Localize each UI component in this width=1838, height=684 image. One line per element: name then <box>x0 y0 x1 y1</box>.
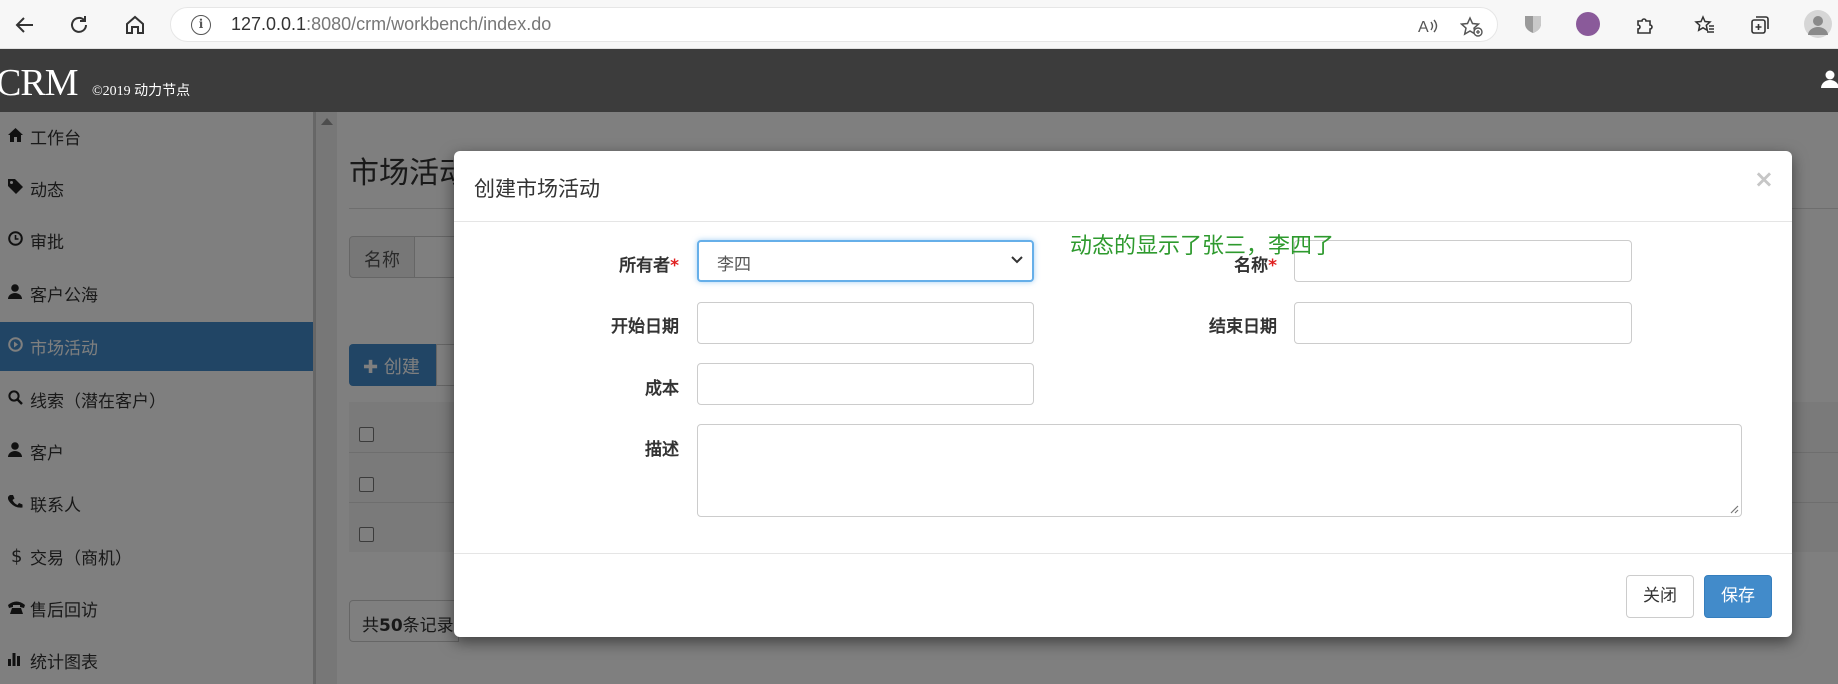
refresh-icon[interactable] <box>64 10 94 40</box>
collections-icon[interactable] <box>1745 10 1775 40</box>
favorite-add-icon[interactable] <box>1459 16 1484 43</box>
modal-footer-divider <box>454 553 1792 554</box>
owner-select[interactable]: 李四 <box>697 240 1034 282</box>
browser-toolbar: i 127.0.0.1:8080/crm/workbench/index.do … <box>0 0 1838 49</box>
read-aloud-icon[interactable]: A <box>1417 16 1439 41</box>
description-textarea[interactable] <box>697 424 1742 517</box>
resize-grip-icon[interactable] <box>1729 504 1739 514</box>
annotation-note: 动态的显示了张三，李四了 <box>1070 234 1335 259</box>
address-bar[interactable]: i 127.0.0.1:8080/crm/workbench/index.do … <box>170 7 1498 42</box>
back-icon[interactable] <box>10 10 40 40</box>
close-icon[interactable]: × <box>1754 165 1774 193</box>
owner-label: 所有者* <box>619 256 679 276</box>
modal-title: 创建市场活动 <box>474 177 600 201</box>
save-button[interactable]: 保存 <box>1704 575 1772 618</box>
profile-avatar-icon[interactable] <box>1804 10 1832 38</box>
start-date-label: 开始日期 <box>611 317 679 337</box>
info-icon[interactable]: i <box>191 15 211 35</box>
start-date-input[interactable] <box>697 302 1034 344</box>
close-button[interactable]: 关闭 <box>1626 575 1694 618</box>
name-input[interactable] <box>1294 240 1632 282</box>
extension-shield-icon[interactable] <box>1521 12 1545 36</box>
app-logo: CRM <box>0 62 78 104</box>
extension-avatar-icon[interactable] <box>1576 12 1600 36</box>
cost-input[interactable] <box>697 363 1034 405</box>
app-header: CRM ©2019 动力节点 <box>0 49 1838 112</box>
svg-text:A: A <box>1418 19 1429 36</box>
modal-header: 创建市场活动 × <box>454 151 1792 222</box>
cost-label: 成本 <box>645 379 679 399</box>
end-date-input[interactable] <box>1294 302 1632 344</box>
chevron-down-icon <box>1011 256 1023 264</box>
copyright-text: ©2019 动力节点 <box>92 84 191 99</box>
url-text: 127.0.0.1:8080/crm/workbench/index.do <box>231 14 552 34</box>
description-label: 描述 <box>645 440 679 460</box>
end-date-label: 结束日期 <box>1209 317 1277 337</box>
create-activity-modal: 创建市场活动 × 所有者* 李四 名称* 开始日期 结束日期 成本 描述 关闭 … <box>454 151 1792 637</box>
extensions-puzzle-icon[interactable] <box>1630 10 1660 40</box>
home-icon[interactable] <box>120 10 150 40</box>
owner-select-value: 李四 <box>717 255 751 275</box>
user-menu-icon[interactable] <box>1818 69 1838 94</box>
favorites-icon[interactable] <box>1690 10 1720 40</box>
